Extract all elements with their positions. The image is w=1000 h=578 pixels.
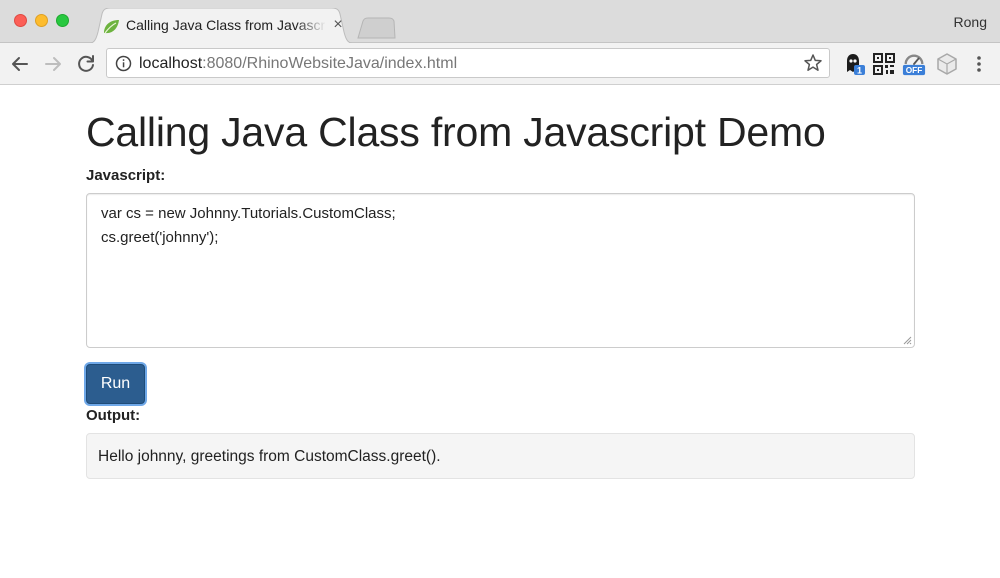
speed-off-badge: OFF	[906, 65, 923, 75]
code-line: cs.greet('johnny');	[101, 229, 219, 246]
window-minimize-button[interactable]	[35, 14, 48, 27]
url-text[interactable]: localhost:8080/RhinoWebsiteJava/index.ht…	[139, 55, 457, 73]
url-host: localhost	[139, 55, 203, 72]
spring-leaf-icon	[104, 20, 119, 34]
output-label: Output:	[86, 407, 141, 424]
reload-icon[interactable]	[74, 52, 98, 76]
ghostery-icon[interactable]: 1	[842, 52, 866, 76]
run-button[interactable]: Run	[86, 364, 145, 404]
page-title: Calling Java Class from Javascript Demo	[86, 109, 826, 155]
javascript-textarea[interactable]: var cs = new Johnny.Tutorials.CustomClas…	[86, 193, 915, 348]
tab-title: Calling Java Class from Javascript Demo	[126, 17, 326, 33]
page-content: Calling Java Class from Javascript Demo …	[0, 86, 1000, 578]
forward-arrow-icon[interactable]	[41, 52, 65, 76]
browser-titlebar: Calling Java Class from Javascript Demo …	[0, 0, 1000, 44]
profile-name[interactable]: Rong	[954, 14, 987, 30]
speed-off-icon[interactable]: OFF	[902, 52, 926, 76]
window-maximize-button[interactable]	[56, 14, 69, 27]
browser-toolbar: localhost:8080/RhinoWebsiteJava/index.ht…	[0, 43, 1000, 85]
browser-tab-active[interactable]: Calling Java Class from Javascript Demo …	[86, 8, 356, 44]
new-tab-button[interactable]	[356, 17, 396, 39]
code-line: var cs = new Johnny.Tutorials.CustomClas…	[101, 205, 396, 222]
javascript-label: Javascript:	[86, 167, 166, 184]
info-icon[interactable]	[115, 55, 132, 72]
bookmark-star-icon[interactable]	[803, 53, 823, 73]
kebab-menu-icon[interactable]	[970, 52, 988, 76]
address-bar[interactable]: localhost:8080/RhinoWebsiteJava/index.ht…	[106, 48, 830, 78]
tab-close-icon[interactable]: ×	[330, 16, 346, 34]
qr-code-icon[interactable]	[872, 52, 896, 76]
back-arrow-icon[interactable]	[8, 52, 32, 76]
output-text: Hello johnny, greetings from CustomClass…	[98, 448, 441, 465]
ghostery-badge: 1	[857, 66, 862, 76]
window-close-button[interactable]	[14, 14, 27, 27]
resize-grip-icon[interactable]	[902, 335, 912, 345]
cube-icon[interactable]	[935, 52, 959, 76]
url-path: :8080/RhinoWebsiteJava/index.html	[202, 55, 458, 72]
output-box: Hello johnny, greetings from CustomClass…	[86, 433, 915, 479]
